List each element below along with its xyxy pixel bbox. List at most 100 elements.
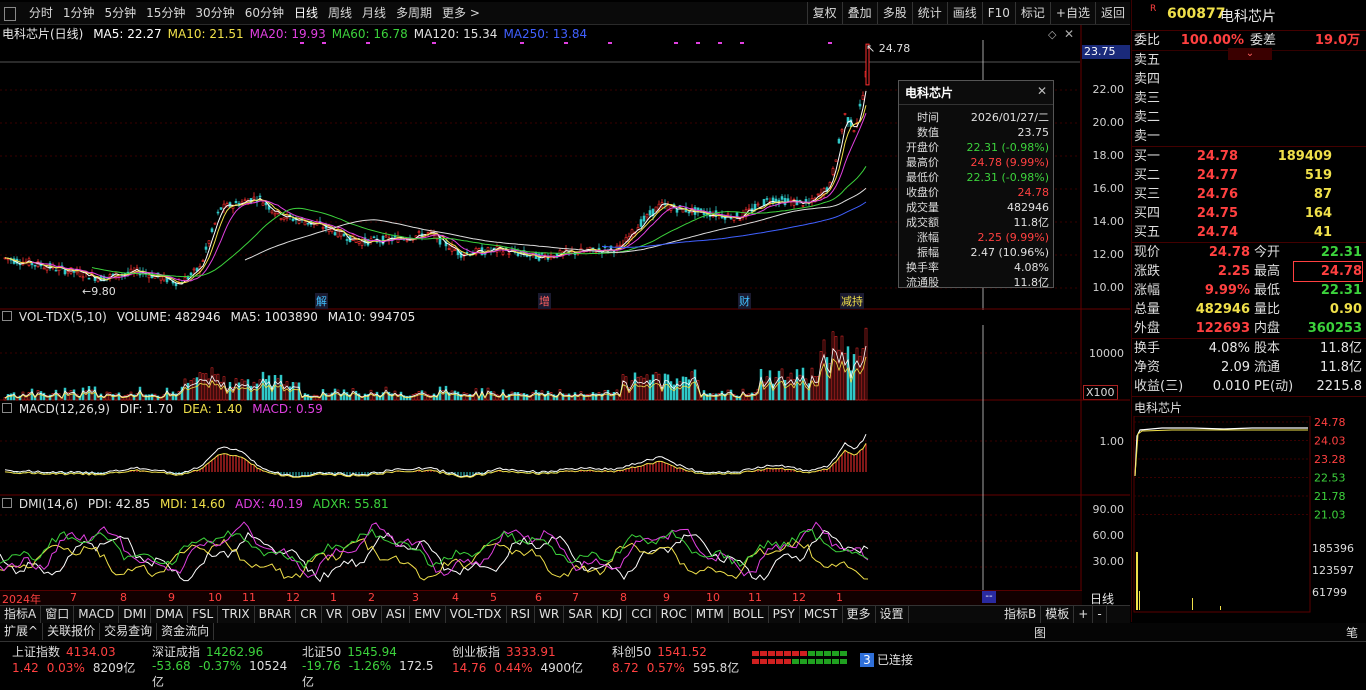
toolbar-button-7[interactable]: +自选 bbox=[1049, 2, 1095, 24]
index-quote-1[interactable]: 深证成指 14262.96 -53.68 -0.37% 10524亿 bbox=[152, 643, 292, 689]
period-tab-7[interactable]: 周线 bbox=[323, 2, 357, 24]
indicator-right-1[interactable]: 模板 bbox=[1041, 606, 1075, 623]
volume-bar bbox=[585, 394, 589, 401]
stock-code: 600877 bbox=[1167, 6, 1226, 22]
tooltip-row-4: 最低价 22.31 (-0.98%) bbox=[899, 170, 1053, 185]
r-badge: R bbox=[1150, 4, 1157, 14]
indicator-tab-20[interactable]: MTM bbox=[692, 606, 729, 623]
bottom-tab-0[interactable]: 扩展^ bbox=[0, 623, 44, 640]
period-tab-2[interactable]: 5分钟 bbox=[99, 2, 141, 24]
indicator-tab-3[interactable]: DMI bbox=[119, 606, 152, 623]
indicator-right-0[interactable]: 指标B bbox=[1000, 606, 1042, 623]
sell-level-3[interactable]: 卖二 bbox=[1132, 108, 1366, 127]
strength-cell bbox=[800, 659, 807, 664]
close-icon[interactable]: ✕ bbox=[1064, 27, 1074, 41]
event-marker-2[interactable]: 财 bbox=[738, 293, 751, 309]
indicator-tab-24[interactable]: 更多 bbox=[843, 606, 876, 623]
tooltip-key: 流通股 bbox=[906, 276, 939, 289]
event-marker-0[interactable]: 解 bbox=[315, 293, 328, 309]
expand-chevron-icon[interactable]: ⌄ bbox=[1228, 48, 1272, 60]
indicator-tab-5[interactable]: FSL bbox=[188, 606, 219, 623]
stat-label: 现价 bbox=[1134, 245, 1161, 260]
period-tab-6[interactable]: 日线 bbox=[289, 2, 323, 24]
event-marker-1[interactable]: 增 bbox=[538, 293, 551, 309]
stat-value: 24.78 bbox=[1208, 245, 1250, 260]
indicator-tab-2[interactable]: MACD bbox=[74, 606, 120, 623]
indicator-right-3[interactable]: - bbox=[1093, 606, 1107, 623]
chart-icon-button[interactable]: 图 bbox=[1034, 624, 1046, 641]
indicator-tab-8[interactable]: CR bbox=[296, 606, 322, 623]
indicator-tab-23[interactable]: MCST bbox=[800, 606, 843, 623]
volume-bar bbox=[267, 375, 271, 401]
indicator-tab-1[interactable]: 窗口 bbox=[41, 606, 75, 623]
buy-level-4[interactable]: 买五 24.74 41 bbox=[1132, 223, 1366, 242]
buy-level-1[interactable]: 买二 24.77 519 bbox=[1132, 166, 1366, 185]
volume-bar bbox=[693, 369, 697, 401]
toolbar-button-8[interactable]: 返回 bbox=[1094, 2, 1130, 24]
toolbar-button-3[interactable]: 统计 bbox=[911, 2, 947, 24]
indicator-tab-25[interactable]: 设置 bbox=[876, 606, 909, 623]
connection-status[interactable]: 3 已连接 bbox=[860, 651, 913, 668]
toolbar-button-4[interactable]: 画线 bbox=[946, 2, 982, 24]
main-y-tick-5: 12.00 bbox=[1092, 248, 1125, 261]
indicator-tab-18[interactable]: CCI bbox=[627, 606, 657, 623]
buy-level-0[interactable]: 买一 24.78 189409 bbox=[1132, 147, 1366, 166]
period-tab-8[interactable]: 月线 bbox=[357, 2, 391, 24]
volume-bar bbox=[567, 393, 571, 401]
sell-level-4[interactable]: 卖一 bbox=[1132, 127, 1366, 146]
strength-cell bbox=[808, 651, 815, 656]
mini-price-tick-2: 23.28 bbox=[1314, 453, 1346, 466]
indicator-tab-16[interactable]: SAR bbox=[564, 606, 598, 623]
indicator-tab-17[interactable]: KDJ bbox=[598, 606, 628, 623]
indicator-tab-14[interactable]: RSI bbox=[507, 606, 536, 623]
toolbar-button-5[interactable]: F10 bbox=[981, 2, 1015, 24]
sell-level-label: 卖四 bbox=[1134, 72, 1161, 87]
bottom-tab-3[interactable]: 资金流向 bbox=[157, 623, 215, 640]
indicator-tab-7[interactable]: BRAR bbox=[255, 606, 297, 623]
indicator-tab-10[interactable]: OBV bbox=[348, 606, 383, 623]
buy-level-2[interactable]: 买三 24.76 87 bbox=[1132, 185, 1366, 204]
sell-level-1[interactable]: 卖四 bbox=[1132, 70, 1366, 89]
indicator-tab-15[interactable]: WR bbox=[535, 606, 565, 623]
index-quote-4[interactable]: 科创50 1541.52 8.72 0.57% 595.8亿 bbox=[612, 643, 752, 675]
toolbar-button-2[interactable]: 多股 bbox=[876, 2, 912, 24]
index-quote-3[interactable]: 创业板指 3333.91 14.76 0.44% 4900亿 bbox=[452, 643, 592, 675]
bottom-tab-2[interactable]: 交易查询 bbox=[100, 623, 158, 640]
high-arrow-icon: ↖ bbox=[866, 42, 876, 55]
event-marker-3[interactable]: 减持 bbox=[840, 293, 864, 309]
indicator-tab-9[interactable]: VR bbox=[322, 606, 348, 623]
indicator-tab-13[interactable]: VOL-TDX bbox=[446, 606, 507, 623]
indicator-tab-12[interactable]: EMV bbox=[410, 606, 446, 623]
sell-level-2[interactable]: 卖三 bbox=[1132, 89, 1366, 108]
period-tab-0[interactable]: 分时 bbox=[24, 2, 58, 24]
toolbar-button-1[interactable]: 叠加 bbox=[841, 2, 877, 24]
indicator-tab-6[interactable]: TRIX bbox=[218, 606, 255, 623]
index-quote-0[interactable]: 上证指数 4134.03 1.42 0.03% 8209亿 bbox=[12, 643, 152, 675]
period-tab-3[interactable]: 15分钟 bbox=[141, 2, 190, 24]
indicator-tab-4[interactable]: DMA bbox=[151, 606, 189, 623]
market-strength-bars bbox=[752, 651, 848, 665]
indicator-tab-0[interactable]: 指标A bbox=[0, 606, 42, 623]
toolbar-button-0[interactable]: 复权 bbox=[806, 2, 842, 24]
indicator-tab-11[interactable]: ASI bbox=[382, 606, 411, 623]
toolbar-collapse-icon[interactable] bbox=[4, 7, 16, 21]
tooltip-close-icon[interactable]: ✕ bbox=[1037, 84, 1047, 98]
period-tab-1[interactable]: 1分钟 bbox=[58, 2, 100, 24]
indicator-right-2[interactable]: + bbox=[1074, 606, 1094, 623]
period-tab-10[interactable]: 更多 > bbox=[437, 2, 485, 24]
period-tab-9[interactable]: 多周期 bbox=[391, 2, 437, 24]
toolbar-button-6[interactable]: 标记 bbox=[1014, 2, 1050, 24]
period-tab-5[interactable]: 60分钟 bbox=[240, 2, 289, 24]
indicator-tab-21[interactable]: BOLL bbox=[729, 606, 769, 623]
buy-level-3[interactable]: 买四 24.75 164 bbox=[1132, 204, 1366, 223]
indicator-tab-19[interactable]: ROC bbox=[657, 606, 692, 623]
candle-body bbox=[303, 221, 307, 226]
bottom-tab-1[interactable]: 关联报价 bbox=[43, 623, 101, 640]
index-quote-2[interactable]: 北证50 1545.94 -19.76 -1.26% 172.5亿 bbox=[302, 643, 442, 689]
tooltip-row-11: 流通股 11.8亿 bbox=[899, 275, 1053, 290]
candle-body bbox=[834, 159, 838, 162]
indicator-tab-22[interactable]: PSY bbox=[769, 606, 800, 623]
tooltip-row-2: 开盘价 22.31 (-0.98%) bbox=[899, 140, 1053, 155]
period-tab-4[interactable]: 30分钟 bbox=[190, 2, 239, 24]
diamond-icon[interactable]: ◇ bbox=[1048, 28, 1056, 41]
